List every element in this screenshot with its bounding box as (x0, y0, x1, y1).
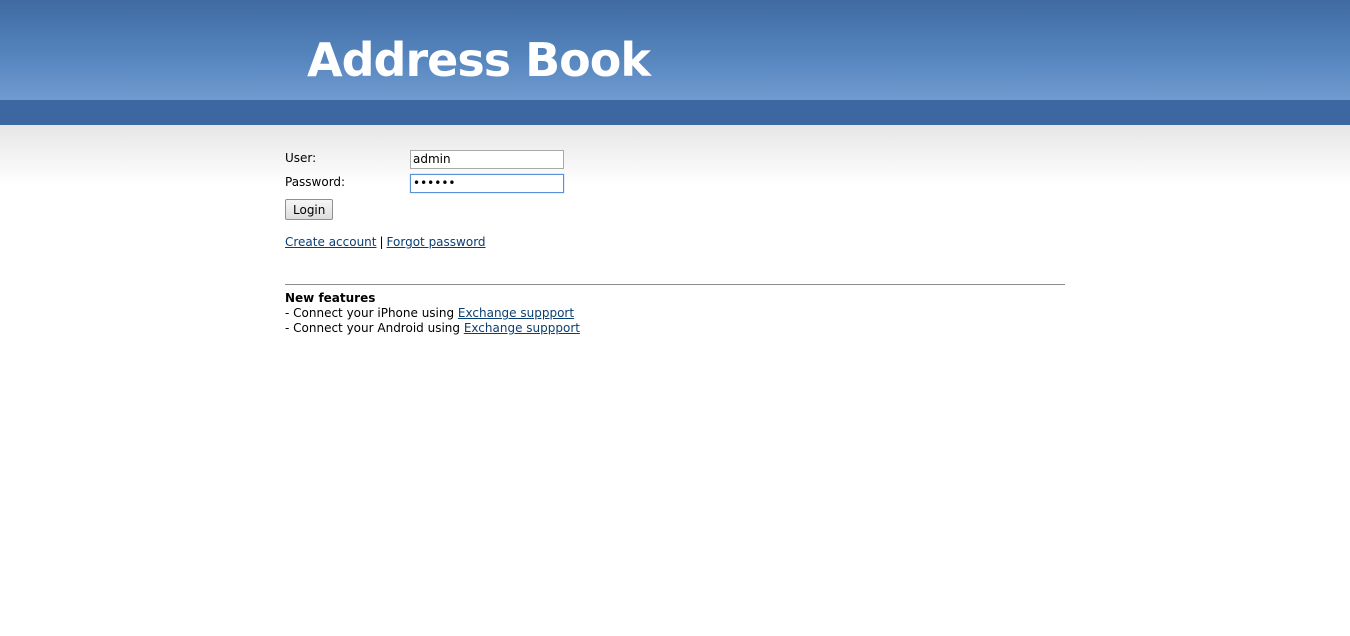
main-content: User: Password: Login Create account|For… (285, 149, 1065, 336)
divider (285, 284, 1065, 285)
login-form: User: Password: Login (285, 149, 1065, 220)
password-label: Password: (285, 175, 346, 189)
feature-item-android: - Connect your Android using Exchange su… (285, 321, 1065, 336)
create-account-link[interactable]: Create account (285, 235, 377, 249)
app-logo: Address Book (307, 33, 651, 87)
header-bar (0, 100, 1350, 125)
user-input[interactable] (410, 150, 564, 169)
feature-text: - Connect your iPhone using (285, 306, 458, 320)
login-button[interactable]: Login (285, 199, 334, 220)
exchange-support-link-android[interactable]: Exchange suppport (464, 321, 580, 335)
link-separator: | (379, 235, 384, 249)
features-title: New features (285, 291, 376, 305)
forgot-password-link[interactable]: Forgot password (387, 235, 486, 249)
account-links: Create account | Forgot password (285, 234, 1065, 250)
feature-text: - Connect your Android using (285, 321, 464, 335)
feature-item-iphone: - Connect your iPhone using Exchange sup… (285, 306, 1065, 321)
user-label: User: (285, 151, 317, 165)
password-input[interactable] (410, 174, 564, 193)
exchange-support-link-iphone[interactable]: Exchange suppport (458, 306, 574, 320)
user-row: User: (285, 149, 1065, 173)
password-row: Password: (285, 173, 1065, 197)
header-banner: Address Book (0, 0, 1350, 100)
new-features: New features - Connect your iPhone using… (285, 291, 1065, 336)
